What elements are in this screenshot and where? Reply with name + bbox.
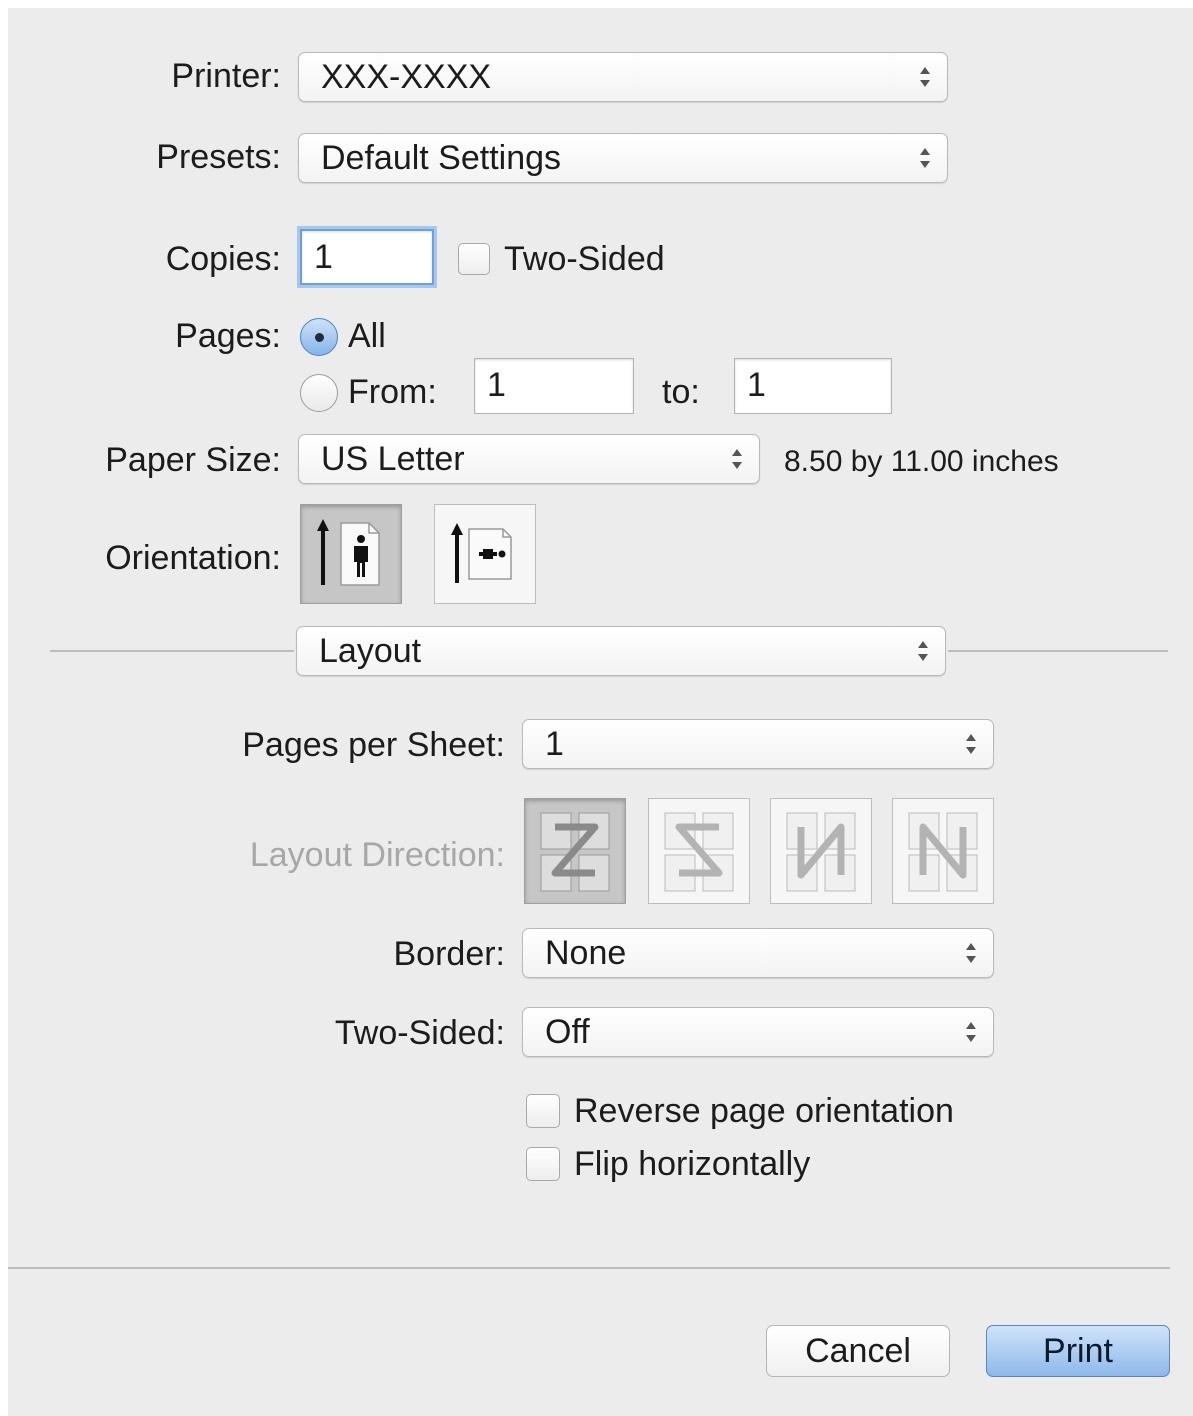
popup-arrows-icon [966, 734, 976, 754]
pages-to-label: to: [662, 373, 700, 411]
flip-horizontally-label: Flip horizontally [574, 1145, 811, 1183]
section-popup[interactable]: Layout [296, 626, 946, 676]
printer-value: XXX-XXXX [321, 58, 492, 96]
copies-label: Copies: [165, 240, 281, 278]
paper-size-value: US Letter [321, 440, 465, 478]
print-button[interactable]: Print [986, 1325, 1170, 1377]
border-label: Border: [393, 935, 506, 973]
printer-label: Printer: [171, 57, 281, 95]
n-reverse-direction-icon [786, 812, 856, 892]
two-sided-checkbox-label: Two-Sided [504, 240, 665, 278]
print-dialog [8, 8, 1193, 1416]
paper-size-popup[interactable]: US Letter [298, 434, 760, 484]
reverse-page-orientation-checkbox[interactable] [526, 1094, 560, 1128]
two-sided-label: Two-Sided: [334, 1014, 505, 1052]
two-sided-checkbox[interactable] [458, 243, 490, 275]
pages-all-label: All [348, 317, 386, 355]
section-value: Layout [319, 632, 422, 670]
pages-label: Pages: [175, 317, 281, 355]
orientation-landscape-button[interactable] [434, 504, 536, 604]
presets-popup[interactable]: Default Settings [298, 133, 948, 183]
footer-divider [8, 1267, 1170, 1269]
paper-size-label: Paper Size: [105, 441, 281, 479]
pages-from-label: From: [348, 373, 437, 411]
reverse-page-orientation-label: Reverse page orientation [574, 1092, 954, 1130]
n-direction-icon [908, 812, 978, 892]
orientation-label: Orientation: [105, 539, 281, 577]
pages-all-radio[interactable] [300, 318, 338, 356]
flip-horizontally-checkbox[interactable] [526, 1147, 560, 1181]
pages-from-radio[interactable] [300, 374, 338, 412]
paper-size-dimensions: 8.50 by 11.00 inches [784, 445, 1059, 478]
border-value: None [545, 934, 627, 972]
popup-arrows-icon [966, 943, 976, 963]
popup-arrows-icon [920, 67, 930, 87]
printer-popup[interactable]: XXX-XXXX [298, 52, 948, 102]
portrait-icon [317, 519, 380, 586]
cancel-button[interactable]: Cancel [766, 1325, 950, 1377]
pages-per-sheet-label: Pages per Sheet: [242, 726, 505, 764]
presets-label: Presets: [156, 138, 281, 176]
section-divider-left [50, 650, 294, 652]
two-sided-popup[interactable]: Off [522, 1007, 994, 1057]
copies-field[interactable]: 1 [300, 229, 434, 285]
popup-arrows-icon [918, 641, 928, 661]
layout-direction-reverse-z-button[interactable] [648, 798, 750, 904]
presets-value: Default Settings [321, 139, 562, 177]
layout-direction-z-button[interactable] [524, 798, 626, 904]
pages-per-sheet-popup[interactable]: 1 [522, 719, 994, 769]
reverse-z-direction-icon [664, 812, 734, 892]
popup-arrows-icon [920, 148, 930, 168]
landscape-icon [451, 523, 512, 583]
z-direction-icon [540, 812, 610, 892]
layout-direction-n-reverse-button[interactable] [770, 798, 872, 904]
pages-to-field[interactable]: 1 [734, 358, 892, 414]
layout-direction-n-button[interactable] [892, 798, 994, 904]
pages-from-field[interactable]: 1 [474, 358, 634, 414]
border-popup[interactable]: None [522, 928, 994, 978]
two-sided-value: Off [545, 1013, 590, 1051]
section-divider-right [948, 650, 1168, 652]
pages-per-sheet-value: 1 [545, 725, 564, 763]
popup-arrows-icon [966, 1022, 976, 1042]
popup-arrows-icon [732, 449, 742, 469]
layout-direction-label: Layout Direction: [249, 836, 505, 874]
orientation-portrait-button[interactable] [300, 504, 402, 604]
